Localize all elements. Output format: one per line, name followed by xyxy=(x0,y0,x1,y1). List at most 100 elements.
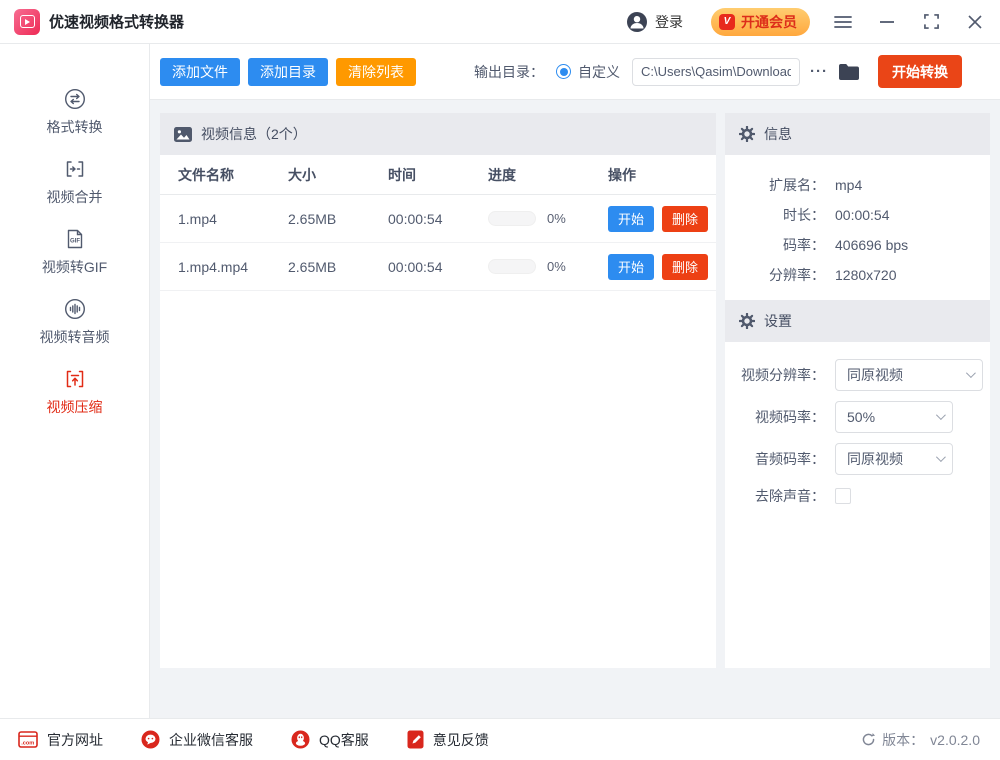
resolution-select[interactable]: 同原视频 xyxy=(835,359,983,391)
version-info: 版本： v2.0.2.0 xyxy=(861,730,980,750)
setting-mute: 去除声音： xyxy=(725,485,990,507)
sidebar-item-video-to-gif[interactable]: GIF 视频转GIF xyxy=(0,228,149,297)
official-website-link[interactable]: .com 官方网址 xyxy=(18,730,103,750)
clear-list-button[interactable]: 清除列表 xyxy=(336,58,416,86)
info-field: 码率： 406696 bps xyxy=(725,230,990,260)
settings-fields: 视频分辨率： 同原视频 视频码率： 50% xyxy=(725,342,990,507)
setting-label: 音频码率： xyxy=(725,449,825,469)
field-label: 分辨率： xyxy=(725,265,825,285)
video-to-audio-icon xyxy=(64,298,86,320)
gear-icon xyxy=(739,126,755,142)
vip-icon: V xyxy=(719,14,735,30)
selected-value: 50% xyxy=(847,409,875,425)
video-to-gif-icon: GIF xyxy=(64,228,86,250)
sidebar-item-format-convert[interactable]: 格式转换 xyxy=(0,88,149,157)
maximize-icon[interactable] xyxy=(922,13,940,31)
file-time: 00:00:54 xyxy=(388,211,488,227)
setting-audio-bitrate: 音频码率： 同原视频 xyxy=(725,443,990,475)
wechat-service-icon xyxy=(141,730,160,749)
refresh-icon xyxy=(861,732,876,747)
svg-text:.com: .com xyxy=(21,741,34,747)
mute-checkbox[interactable] xyxy=(835,488,851,504)
content-area: 视频信息（2个） 文件名称 大小 时间 进度 操作 1.mp4 2.65MB 0… xyxy=(150,100,1000,718)
setting-label: 视频码率： xyxy=(725,407,825,427)
row-start-button[interactable]: 开始 xyxy=(608,254,654,280)
row-start-button[interactable]: 开始 xyxy=(608,206,654,232)
setting-video-bitrate: 视频码率： 50% xyxy=(725,401,990,433)
app-logo-icon xyxy=(14,9,40,35)
file-time: 00:00:54 xyxy=(388,259,488,275)
wechat-service-link[interactable]: 企业微信客服 xyxy=(141,730,253,750)
video-info-panel: 视频信息（2个） 文件名称 大小 时间 进度 操作 1.mp4 2.65MB 0… xyxy=(160,113,716,668)
field-value: mp4 xyxy=(835,177,990,193)
progress-value: 0% xyxy=(547,259,566,274)
info-field: 分辨率： 1280x720 xyxy=(725,260,990,290)
setting-label: 视频分辨率： xyxy=(725,365,825,385)
video-merge-icon xyxy=(64,158,86,180)
progress-bar xyxy=(488,211,536,226)
progress-value: 0% xyxy=(547,211,566,226)
field-label: 时长： xyxy=(725,205,825,225)
chevron-down-icon xyxy=(936,452,946,462)
version-label: 版本： xyxy=(882,730,924,750)
svg-text:GIF: GIF xyxy=(70,239,80,245)
sidebar-item-video-to-audio[interactable]: 视频转音频 xyxy=(0,298,149,367)
sidebar-item-label: 格式转换 xyxy=(47,117,103,137)
table-row: 1.mp4 2.65MB 00:00:54 0% 开始 删除 xyxy=(160,195,716,243)
browse-more-button[interactable]: ··· xyxy=(810,63,828,80)
file-size: 2.65MB xyxy=(288,211,388,227)
format-convert-icon xyxy=(64,88,86,110)
field-value: 00:00:54 xyxy=(835,207,990,223)
field-label: 扩展名： xyxy=(725,175,825,195)
sidebar-item-label: 视频转音频 xyxy=(40,327,110,347)
add-file-button[interactable]: 添加文件 xyxy=(160,58,240,86)
setting-label: 去除声音： xyxy=(725,486,825,506)
link-label: 官方网址 xyxy=(47,730,103,750)
progress-bar xyxy=(488,259,536,274)
output-path-input[interactable] xyxy=(632,58,800,86)
menu-icon[interactable] xyxy=(834,13,852,31)
sidebar-item-video-compress[interactable]: 视频压缩 xyxy=(0,368,149,437)
custom-output-label: 自定义 xyxy=(578,62,620,82)
field-value: 406696 bps xyxy=(835,237,990,253)
col-actions: 操作 xyxy=(608,165,716,185)
custom-output-radio[interactable] xyxy=(556,64,571,79)
settings-title: 设置 xyxy=(764,311,792,331)
toolbar: 添加文件 添加目录 清除列表 输出目录： 自定义 ··· 开始转换 xyxy=(150,44,1000,100)
close-icon[interactable] xyxy=(966,13,984,31)
login-button[interactable]: 登录 xyxy=(626,11,683,33)
output-dir-label: 输出目录： xyxy=(474,62,544,82)
selected-value: 同原视频 xyxy=(847,365,903,385)
video-bitrate-select[interactable]: 50% xyxy=(835,401,953,433)
feedback-link[interactable]: 意见反馈 xyxy=(407,730,489,750)
qq-service-link[interactable]: QQ客服 xyxy=(291,730,369,750)
col-time: 时间 xyxy=(388,165,488,185)
selected-value: 同原视频 xyxy=(847,449,903,469)
open-vip-button[interactable]: V 开通会员 xyxy=(711,8,810,36)
field-label: 码率： xyxy=(725,235,825,255)
info-header: 信息 xyxy=(725,113,990,155)
video-thumbnail-icon xyxy=(174,127,192,142)
row-delete-button[interactable]: 删除 xyxy=(662,206,708,232)
setting-resolution: 视频分辨率： 同原视频 xyxy=(725,359,990,391)
file-name: 1.mp4.mp4 xyxy=(178,259,288,275)
settings-header: 设置 xyxy=(725,300,990,342)
feedback-icon xyxy=(407,730,424,749)
info-title: 信息 xyxy=(764,124,792,144)
video-compress-icon xyxy=(64,368,86,390)
col-size: 大小 xyxy=(288,165,388,185)
vip-label: 开通会员 xyxy=(741,12,797,32)
chevron-down-icon xyxy=(966,368,976,378)
video-info-title: 视频信息（2个） xyxy=(201,124,307,144)
row-delete-button[interactable]: 删除 xyxy=(662,254,708,280)
website-icon: .com xyxy=(18,731,38,748)
open-folder-icon[interactable] xyxy=(838,63,860,81)
chevron-down-icon xyxy=(936,410,946,420)
audio-bitrate-select[interactable]: 同原视频 xyxy=(835,443,953,475)
add-folder-button[interactable]: 添加目录 xyxy=(248,58,328,86)
minimize-icon[interactable] xyxy=(878,13,896,31)
start-convert-button[interactable]: 开始转换 xyxy=(878,55,962,88)
titlebar: 优速视频格式转换器 登录 V 开通会员 xyxy=(0,0,1000,44)
sidebar-item-video-merge[interactable]: 视频合并 xyxy=(0,158,149,227)
bottombar: .com 官方网址 企业微信客服 QQ客服 意见反馈 版本： v2.0.2.0 xyxy=(0,718,1000,760)
